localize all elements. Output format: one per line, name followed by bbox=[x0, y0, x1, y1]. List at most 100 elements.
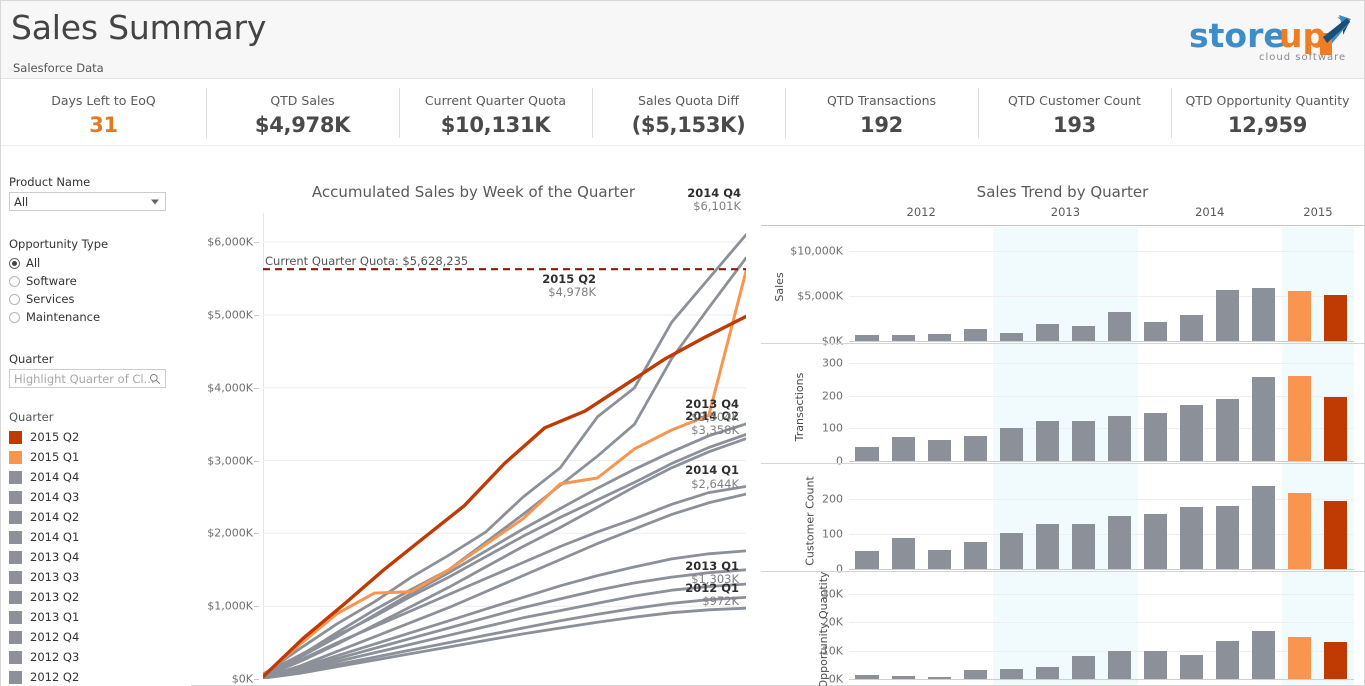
opportunity-type-option-services[interactable]: Services bbox=[9, 290, 183, 308]
bar[interactable] bbox=[927, 439, 951, 461]
bar[interactable] bbox=[891, 538, 915, 569]
subchart-plot[interactable] bbox=[849, 575, 1354, 685]
bar[interactable] bbox=[1216, 398, 1240, 461]
opportunity-type-radio-group[interactable]: All Software Services Maintenance bbox=[9, 254, 183, 326]
bar[interactable] bbox=[1144, 412, 1168, 461]
legend-item[interactable]: 2014 Q1 bbox=[9, 527, 183, 547]
opportunity-type-option-maintenance[interactable]: Maintenance bbox=[9, 308, 183, 326]
subchart-plot[interactable] bbox=[849, 347, 1354, 467]
search-icon[interactable] bbox=[149, 373, 161, 385]
accumulated-sales-plot[interactable]: Current Quarter Quota: $5,628,235 bbox=[261, 213, 748, 680]
bar[interactable] bbox=[1144, 513, 1168, 569]
bar[interactable] bbox=[1324, 295, 1348, 341]
bar[interactable] bbox=[1180, 315, 1204, 341]
bar[interactable] bbox=[1035, 323, 1059, 341]
bar[interactable] bbox=[1071, 421, 1095, 461]
legend-item[interactable]: 2014 Q2 bbox=[9, 507, 183, 527]
bar[interactable] bbox=[1324, 641, 1348, 679]
bar[interactable] bbox=[1107, 312, 1132, 341]
subchart-y-axis: $0K $5,000K $10,000K bbox=[781, 227, 847, 347]
bar[interactable] bbox=[1035, 420, 1059, 461]
subchart-plot[interactable] bbox=[849, 467, 1354, 575]
bar[interactable] bbox=[1288, 636, 1312, 679]
legend-label: 2015 Q2 bbox=[30, 430, 80, 444]
bar[interactable] bbox=[855, 335, 879, 341]
radio-button[interactable] bbox=[9, 257, 20, 269]
y-axis-tick-label: $5,000K bbox=[207, 308, 253, 322]
bar[interactable] bbox=[999, 669, 1023, 679]
bar[interactable] bbox=[1180, 506, 1204, 569]
legend-item[interactable]: 2014 Q4 bbox=[9, 467, 183, 487]
legend-swatch bbox=[9, 630, 22, 644]
bar[interactable] bbox=[1324, 396, 1348, 461]
radio-button[interactable] bbox=[9, 311, 20, 323]
legend-item[interactable]: 2013 Q2 bbox=[9, 587, 183, 607]
legend-item[interactable]: 2012 Q3 bbox=[9, 647, 183, 667]
quarter-search-input[interactable]: Highlight Quarter of Cl... bbox=[9, 369, 166, 388]
bar[interactable] bbox=[963, 541, 987, 569]
legend-item[interactable]: 2015 Q2 bbox=[9, 427, 183, 447]
year-header-2012[interactable]: 2012 bbox=[849, 205, 993, 219]
bar[interactable] bbox=[1252, 485, 1276, 569]
opportunity-type-option-software[interactable]: Software bbox=[9, 272, 183, 290]
bar[interactable] bbox=[1252, 376, 1276, 461]
bar[interactable] bbox=[1288, 291, 1312, 341]
legend-item[interactable]: 2014 Q3 bbox=[9, 487, 183, 507]
bar[interactable] bbox=[999, 428, 1023, 461]
radio-button[interactable] bbox=[9, 275, 20, 287]
legend-item[interactable]: 2013 Q4 bbox=[9, 547, 183, 567]
bar[interactable] bbox=[999, 532, 1023, 569]
bar[interactable] bbox=[1216, 640, 1240, 679]
radio-button[interactable] bbox=[9, 293, 20, 305]
legend-item[interactable]: 2015 Q1 bbox=[9, 447, 183, 467]
bar[interactable] bbox=[927, 334, 951, 341]
bar[interactable] bbox=[1216, 290, 1240, 341]
bar[interactable] bbox=[1216, 505, 1240, 569]
subchart-plot[interactable] bbox=[849, 227, 1354, 347]
bar[interactable] bbox=[1288, 493, 1312, 569]
legend-item[interactable]: 2012 Q2 bbox=[9, 667, 183, 686]
bar[interactable] bbox=[1324, 500, 1348, 569]
bar[interactable] bbox=[891, 334, 915, 341]
bar[interactable] bbox=[855, 551, 879, 569]
bar[interactable] bbox=[1071, 524, 1095, 569]
bar[interactable] bbox=[999, 333, 1023, 341]
kpi-qtd-customer-count: QTD Customer Count 193 bbox=[978, 80, 1171, 145]
product-name-select[interactable]: All bbox=[9, 192, 166, 211]
year-header-2014[interactable]: 2014 bbox=[1138, 205, 1282, 219]
bar[interactable] bbox=[927, 677, 951, 679]
bar[interactable] bbox=[1252, 630, 1276, 679]
opportunity-type-option-all[interactable]: All bbox=[9, 254, 183, 272]
kpi-value: $10,131K bbox=[440, 112, 551, 137]
bar[interactable] bbox=[891, 676, 915, 679]
bar[interactable] bbox=[1107, 515, 1132, 569]
accumulated-sales-chart: Accumulated Sales by Week of the Quarter… bbox=[191, 147, 756, 686]
legend-item[interactable]: 2013 Q1 bbox=[9, 607, 183, 627]
bar[interactable] bbox=[927, 549, 951, 569]
bar[interactable] bbox=[1071, 656, 1095, 679]
bar[interactable] bbox=[1144, 322, 1168, 341]
bar[interactable] bbox=[1071, 326, 1095, 341]
legend-item[interactable]: 2013 Q3 bbox=[9, 567, 183, 587]
bar[interactable] bbox=[1107, 650, 1132, 679]
bar[interactable] bbox=[891, 437, 915, 461]
bar[interactable] bbox=[963, 670, 987, 679]
bar[interactable] bbox=[963, 329, 987, 341]
bar[interactable] bbox=[1035, 667, 1059, 679]
bar[interactable] bbox=[963, 435, 987, 461]
subchart-baseline bbox=[849, 569, 1354, 570]
bar[interactable] bbox=[1035, 524, 1059, 569]
chevron-down-icon[interactable] bbox=[151, 199, 159, 204]
bar[interactable] bbox=[855, 675, 879, 679]
legend-item[interactable]: 2012 Q4 bbox=[9, 627, 183, 647]
sales-trend-title: Sales Trend by Quarter bbox=[976, 183, 1149, 201]
bar[interactable] bbox=[1252, 287, 1276, 341]
bar[interactable] bbox=[1107, 415, 1132, 461]
bar[interactable] bbox=[1288, 376, 1312, 461]
bar[interactable] bbox=[1180, 654, 1204, 679]
year-header-2015[interactable]: 2015 bbox=[1282, 205, 1354, 219]
year-header-2013[interactable]: 2013 bbox=[993, 205, 1137, 219]
bar[interactable] bbox=[855, 446, 879, 461]
bar[interactable] bbox=[1144, 650, 1168, 679]
bar[interactable] bbox=[1180, 405, 1204, 461]
